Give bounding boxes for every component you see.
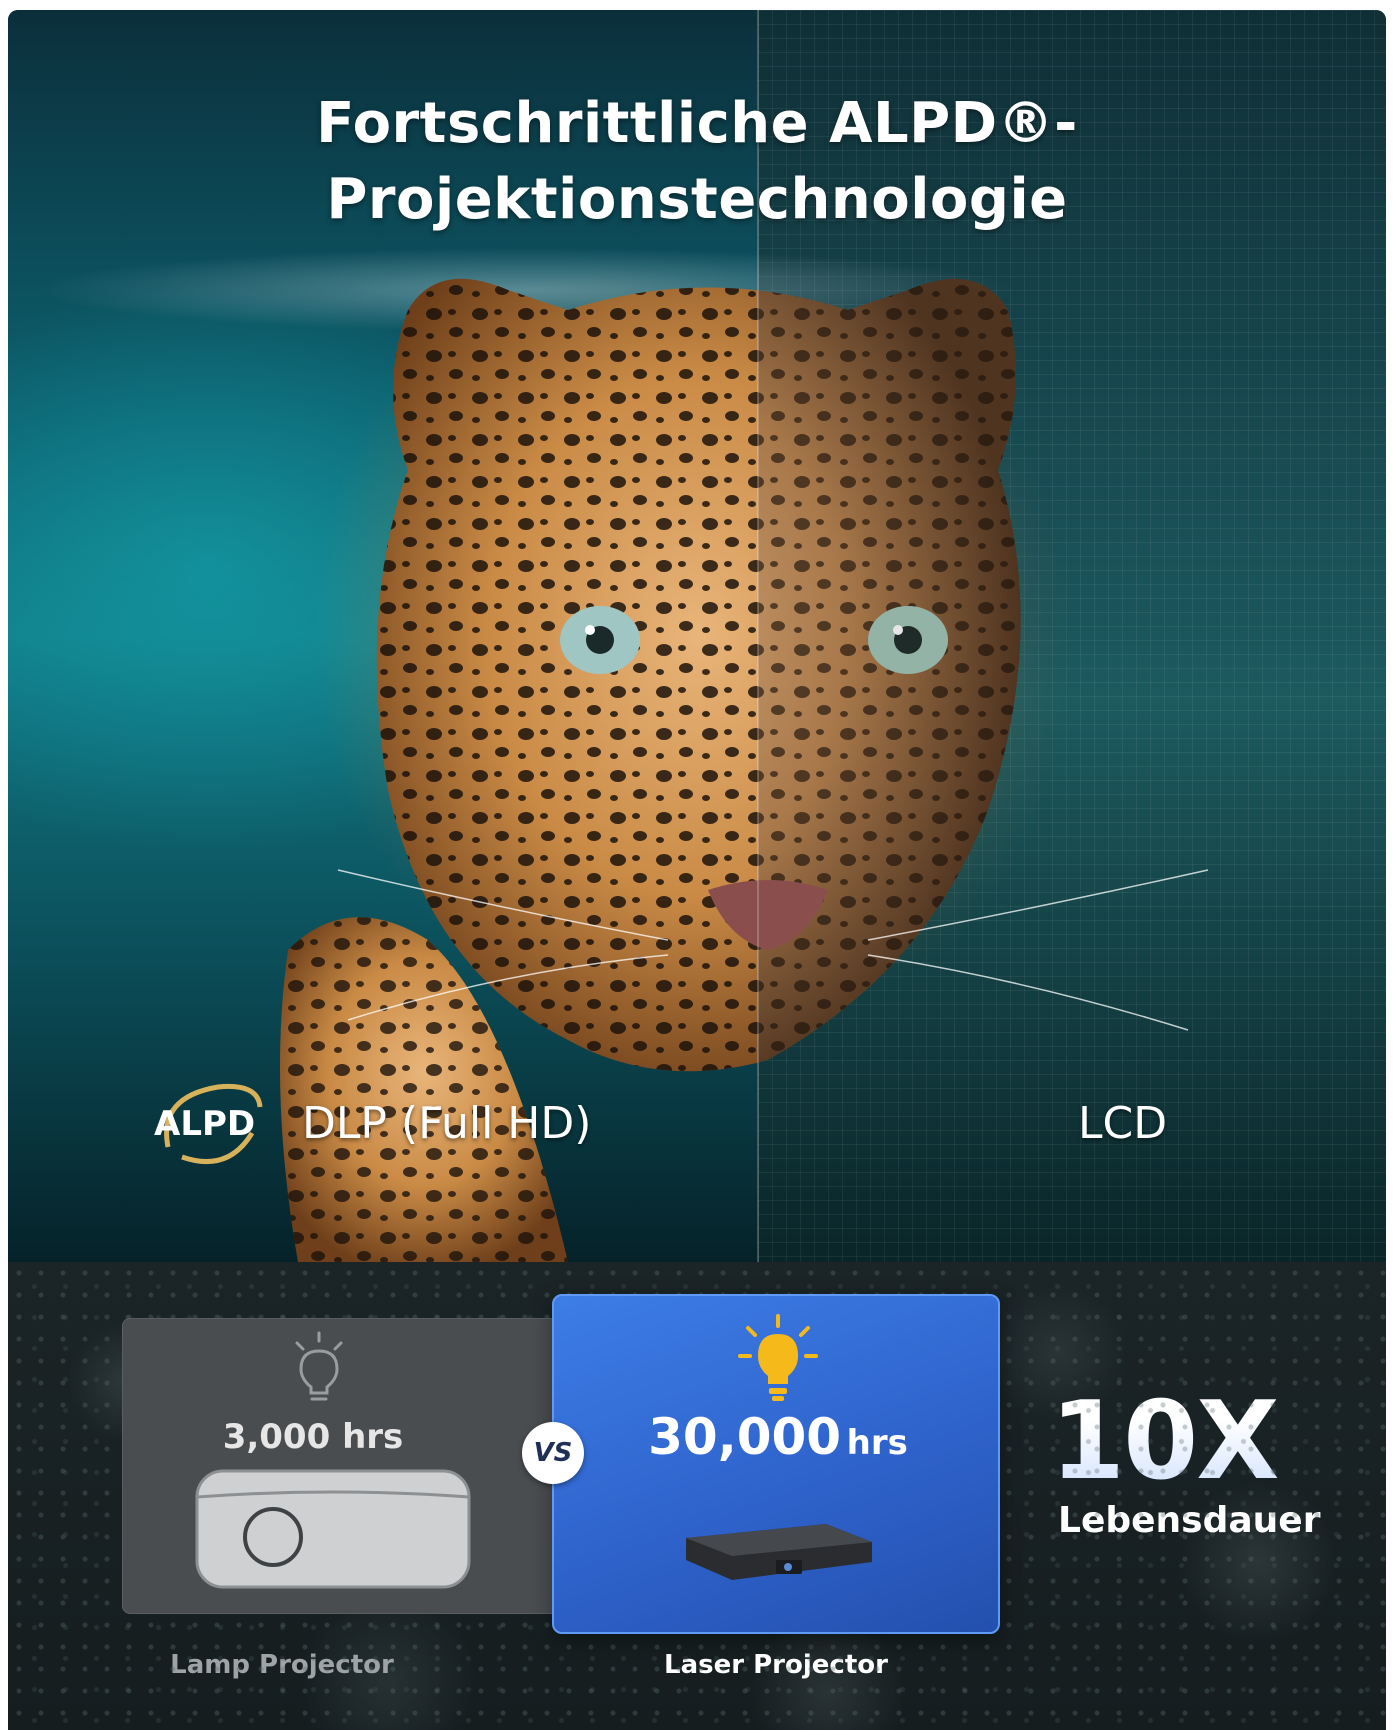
lamp-projector-icon — [195, 1469, 471, 1589]
lamp-hours: 3,000 hrs — [222, 1417, 404, 1457]
lifetime-label: Lebensdauer — [1058, 1500, 1321, 1541]
lifetime-multiplier: 10X — [1050, 1379, 1280, 1504]
laser-projector-icon — [686, 1524, 872, 1580]
hero-title-line-1: Fortschrittliche ALPD®- — [316, 91, 1078, 156]
alpd-logo: ALPD — [154, 1083, 263, 1165]
lightbulb-outline-icon — [295, 1331, 343, 1401]
product-banner: Fortschrittliche ALPD®- Projektionstechn… — [8, 10, 1386, 1730]
hero-title: Fortschrittliche ALPD®- Projektionstechn… — [8, 86, 1386, 238]
svg-text:ALPD: ALPD — [154, 1104, 255, 1144]
vs-badge: VS — [522, 1422, 584, 1484]
laser-projector-card: 30,000 hrs — [552, 1294, 1000, 1634]
hero-comparison-image: Fortschrittliche ALPD®- Projektionstechn… — [8, 10, 1386, 1262]
lamp-projector-card: 3,000 hrs — [122, 1318, 562, 1614]
laser-projector-caption: Laser Projector — [664, 1650, 888, 1680]
hero-title-line-2: Projektionstechnologie — [326, 167, 1068, 232]
laser-hours-value: 30,000 — [648, 1408, 842, 1466]
lamp-projector-caption: Lamp Projector — [170, 1650, 394, 1680]
laser-hours-unit: hrs — [846, 1423, 908, 1463]
laser-hours: 30,000 hrs — [554, 1408, 1002, 1466]
lcd-label: LCD — [1078, 1098, 1168, 1149]
dlp-label-group: ALPD DLP (Full HD) — [148, 1078, 591, 1168]
lifetime-comparison: 3,000 hrs VS 30,000 hrs 10X Lebensdauer … — [8, 1262, 1386, 1730]
lightbulb-glowing-icon — [738, 1314, 818, 1401]
dlp-label: DLP (Full HD) — [302, 1097, 592, 1149]
